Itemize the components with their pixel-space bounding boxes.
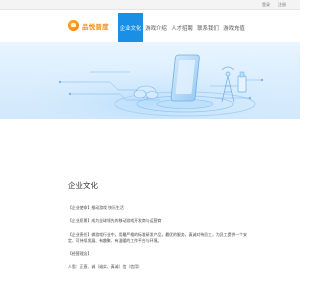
page-title: 企业文化 xyxy=(68,181,98,190)
top-utility-bar: 登录 注册 xyxy=(0,0,300,10)
login-link[interactable]: 登录 xyxy=(262,0,270,9)
responsibility-paragraph: 【企业责任】做游戏行业中，用最严格的标准研发产品，最优的服务，真诚对待员工，为员… xyxy=(68,231,247,243)
nav-item-careers[interactable]: 人才招聘 xyxy=(169,13,195,42)
nav-item-games[interactable]: 游戏介绍 xyxy=(143,13,169,42)
logo-text: 品悦普度 xyxy=(82,22,109,31)
main-nav: 企业文化 游戏介绍 人才招聘 联系我们 游戏充值 xyxy=(118,13,247,42)
nav-item-recharge[interactable]: 游戏充值 xyxy=(221,13,247,42)
smartphone-icon xyxy=(170,54,200,102)
logo-icon xyxy=(68,20,79,31)
philosophy-paragraph: 人思：正直、诚（诚实、真诚）信（信用） xyxy=(68,264,142,270)
nav-item-culture[interactable]: 企业文化 xyxy=(118,13,143,42)
banner-illustration xyxy=(0,42,300,119)
register-link[interactable]: 注册 xyxy=(278,0,286,9)
site-logo[interactable]: 品悦普度 xyxy=(68,20,109,31)
nav-item-contact[interactable]: 联系我们 xyxy=(195,13,221,42)
culture-content: 【企业使命】推动游戏 快乐生活 【企业愿景】成为全球领先的移动游戏开发商与运营商… xyxy=(68,205,248,271)
top-links: 登录 注册 xyxy=(262,0,286,9)
hero-banner xyxy=(0,42,300,119)
